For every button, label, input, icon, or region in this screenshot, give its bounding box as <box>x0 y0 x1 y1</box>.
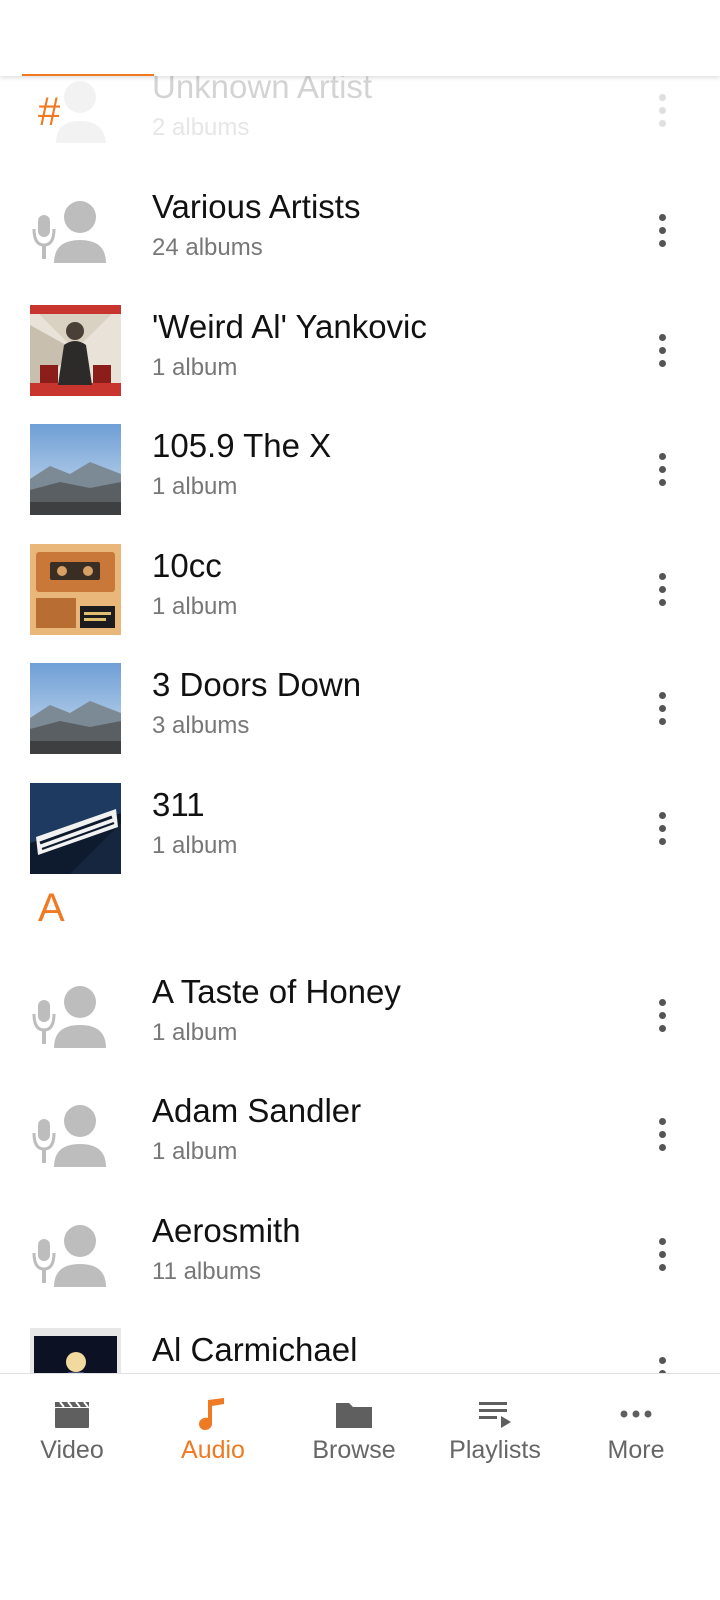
clapperboard-icon <box>55 1401 89 1428</box>
list-item[interactable]: 3 Doors Down 3 albums <box>0 648 720 768</box>
list-item[interactable]: Unknown Artist 2 albums <box>0 76 720 170</box>
artist-name: A Taste of Honey <box>152 973 401 1010</box>
more-options-icon[interactable] <box>644 1104 680 1164</box>
music-note-icon <box>199 1398 224 1430</box>
more-options-icon[interactable] <box>644 1224 680 1284</box>
album-count: 1 album <box>152 354 238 381</box>
album-count: 1 album <box>152 1138 238 1165</box>
nav-browse-label: Browse <box>312 1436 396 1464</box>
artist-name: Various Artists <box>152 188 361 225</box>
album-count: 3 albums <box>152 712 250 739</box>
top-app-bar <box>0 0 720 76</box>
list-item[interactable]: 311 1 album <box>0 768 720 888</box>
album-count: 1 album <box>152 593 238 620</box>
artist-name: Al Carmichael <box>152 1331 358 1368</box>
album-cover-image <box>30 305 121 396</box>
artist-name: Aerosmith <box>152 1212 301 1249</box>
nav-browse[interactable]: Browse <box>282 1374 426 1484</box>
list-item[interactable]: Adam Sandler 1 album <box>0 1074 720 1194</box>
list-item[interactable]: 105.9 The X 1 album <box>0 409 720 529</box>
artist-name: 'Weird Al' Yankovic <box>152 308 427 345</box>
nav-audio-label: Audio <box>181 1436 245 1464</box>
artist-placeholder-icon <box>30 1209 121 1300</box>
list-item[interactable]: Various Artists 24 albums <box>0 170 720 290</box>
album-cover-image <box>30 783 121 874</box>
artist-list[interactable]: Unknown Artist 2 albums # Various Artist… <box>0 76 720 1373</box>
more-options-icon[interactable] <box>644 798 680 858</box>
more-options-icon[interactable] <box>644 559 680 619</box>
list-item[interactable]: 'Weird Al' Yankovic 1 album <box>0 290 720 410</box>
artist-placeholder-icon <box>30 185 121 276</box>
artist-name: 10cc <box>152 547 222 584</box>
bottom-navigation: Video Audio Browse Playlists More <box>0 1373 720 1600</box>
artist-name: Unknown Artist <box>152 76 373 105</box>
list-item[interactable]: Aerosmith 11 albums <box>0 1194 720 1314</box>
artist-name: 105.9 The X <box>152 427 332 464</box>
more-options-icon[interactable] <box>644 1343 680 1373</box>
nav-more-label: More <box>607 1436 665 1464</box>
more-options-icon[interactable] <box>644 678 680 738</box>
more-options-icon[interactable] <box>644 80 680 140</box>
nav-more[interactable]: More <box>564 1374 708 1484</box>
album-count: 1 album <box>152 832 238 859</box>
more-options-icon[interactable] <box>644 320 680 380</box>
album-count: 2 albums <box>152 114 250 141</box>
nav-playlists-label: Playlists <box>449 1436 541 1464</box>
nav-audio[interactable]: Audio <box>141 1374 285 1484</box>
section-header-a: A <box>38 886 65 930</box>
nav-video-label: Video <box>40 1436 104 1464</box>
album-cover-image <box>30 424 121 515</box>
artist-name: Adam Sandler <box>152 1092 362 1129</box>
playlist-icon <box>479 1402 511 1428</box>
folder-icon <box>336 1403 372 1428</box>
album-count: 1 album <box>152 473 238 500</box>
tab-indicator <box>22 74 154 76</box>
artist-placeholder-icon <box>30 1089 121 1180</box>
album-count: 1 album <box>152 1019 238 1046</box>
nav-playlists[interactable]: Playlists <box>423 1374 567 1484</box>
artist-placeholder-icon <box>30 970 121 1061</box>
list-item[interactable]: A Taste of Honey 1 album <box>0 955 720 1075</box>
album-cover-image <box>30 663 121 754</box>
more-horizontal-icon <box>620 1410 652 1418</box>
more-options-icon[interactable] <box>644 200 680 260</box>
album-count: 24 albums <box>152 234 263 261</box>
nav-video[interactable]: Video <box>0 1374 144 1484</box>
album-cover-image <box>30 544 121 635</box>
more-options-icon[interactable] <box>644 439 680 499</box>
more-options-icon[interactable] <box>644 985 680 1045</box>
album-cover-image <box>30 1328 121 1373</box>
artist-name: 311 <box>152 786 205 823</box>
list-item[interactable]: 10cc 1 album <box>0 529 720 649</box>
list-item[interactable]: Al Carmichael <box>0 1313 720 1373</box>
artist-name: 3 Doors Down <box>152 666 362 703</box>
section-header-hash: # <box>38 90 61 134</box>
album-count: 11 albums <box>152 1258 261 1285</box>
